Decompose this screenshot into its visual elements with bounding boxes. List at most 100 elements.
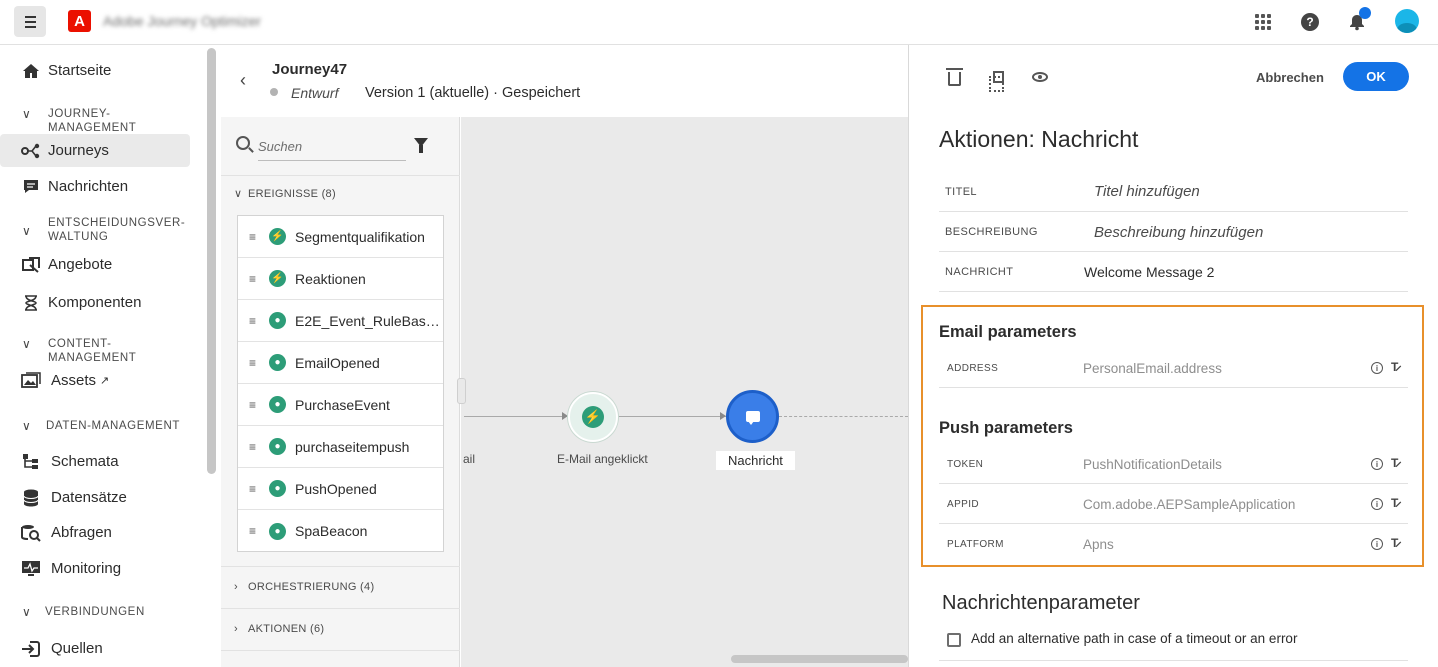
drag-handle-icon[interactable]: ≡ xyxy=(249,356,256,370)
drag-handle-icon[interactable]: ≡ xyxy=(249,482,256,496)
sidebar-item-components[interactable]: Komponenten xyxy=(0,286,190,319)
list-item[interactable]: ≡ ⚡ Reaktionen xyxy=(238,258,443,300)
property-row-message[interactable]: NACHRICHT Welcome Message 2 xyxy=(939,252,1408,292)
sidebar-item-label: Komponenten xyxy=(48,294,142,311)
help-icon[interactable]: ? xyxy=(1299,11,1321,33)
email-params-title: Email parameters xyxy=(939,323,1077,341)
drag-handle-icon[interactable]: ≡ xyxy=(249,524,256,538)
actions-section-header[interactable]: › Aktionen (6) xyxy=(234,623,324,635)
param-key: ADDRESS xyxy=(947,363,999,374)
param-value[interactable]: Apns xyxy=(1083,537,1114,552)
orchestration-section-header[interactable]: › Orchestrierung (4) xyxy=(234,581,374,593)
external-link-icon: ↗ xyxy=(100,375,110,387)
sidebar-item-label: Monitoring xyxy=(51,560,122,577)
sidebar-item-datasets[interactable]: Datensätze xyxy=(0,481,190,514)
sidebar-item-label: Assets xyxy=(51,372,97,389)
menu-icon[interactable] xyxy=(14,6,46,37)
info-icon[interactable]: i xyxy=(1371,458,1383,470)
query-icon xyxy=(20,523,42,543)
text-edit-icon[interactable]: T̷ xyxy=(1391,496,1398,510)
section-label: Ereignisse (8) xyxy=(248,188,336,200)
filter-icon[interactable] xyxy=(414,138,428,153)
sources-icon xyxy=(20,639,42,659)
info-icon[interactable]: i xyxy=(1371,498,1383,510)
info-icon[interactable]: i xyxy=(1371,538,1383,550)
param-row-platform[interactable]: PLATFORM Apns i T̷ xyxy=(939,524,1408,564)
param-key: TOKEN xyxy=(947,459,984,470)
sidebar-item-home[interactable]: Startseite xyxy=(0,54,190,87)
back-chevron-icon[interactable]: ‹ xyxy=(240,70,246,91)
list-item[interactable]: ≡ ● EmailOpened xyxy=(238,342,443,384)
schema-icon xyxy=(20,452,42,472)
property-row-description[interactable]: BESCHREIBUNG Beschreibung hinzufügen xyxy=(939,212,1408,252)
search-input[interactable] xyxy=(258,139,406,161)
event-node[interactable]: ⚡ xyxy=(568,392,618,442)
trash-icon[interactable] xyxy=(945,67,963,86)
list-item[interactable]: ≡ ● PurchaseEvent xyxy=(238,384,443,426)
sidebar-item-assets[interactable]: Assets ↗ xyxy=(0,364,190,397)
ok-button[interactable]: OK xyxy=(1343,62,1409,91)
sidebar-item-schemas[interactable]: Schemata xyxy=(0,445,190,478)
events-section-header[interactable]: ∨ Ereignisse (8) xyxy=(234,187,336,200)
sidebar-item-monitoring[interactable]: Monitoring xyxy=(0,552,190,585)
text-edit-icon[interactable]: T̷ xyxy=(1391,456,1398,470)
offers-icon xyxy=(20,255,42,275)
alt-path-label[interactable]: Add an alternative path in case of a tim… xyxy=(971,631,1297,646)
drag-handle-icon[interactable]: ≡ xyxy=(249,398,256,412)
drag-handle-icon[interactable]: ≡ xyxy=(249,230,256,244)
message-node-label: Nachricht xyxy=(716,451,795,470)
section-label: Orchestrierung (4) xyxy=(248,581,375,593)
sidebar-item-label: Schemata xyxy=(51,453,119,470)
list-item[interactable]: ≡ ● purchaseitempush xyxy=(238,426,443,468)
avatar[interactable] xyxy=(1395,9,1419,33)
sidebar-item-journeys[interactable]: Journeys xyxy=(0,134,190,167)
assets-icon xyxy=(20,371,42,391)
list-item[interactable]: ≡ ⚡ Segmentqualifikation xyxy=(238,216,443,258)
sidebar-item-label: Journeys xyxy=(48,142,109,159)
info-icon[interactable]: i xyxy=(1371,362,1383,374)
section-label: Daten-Management xyxy=(46,420,180,432)
sidebar-item-sources[interactable]: Quellen xyxy=(0,632,190,665)
param-value[interactable]: PushNotificationDetails xyxy=(1083,457,1222,472)
list-item[interactable]: ≡ ● SpaBeacon xyxy=(238,510,443,552)
param-row-address[interactable]: ADDRESS PersonalEmail.address i T̷ xyxy=(939,348,1408,388)
node-label: ail xyxy=(463,452,476,466)
hourglass-icon xyxy=(20,293,42,313)
alt-path-checkbox[interactable] xyxy=(947,633,961,647)
chevron-down-icon: ∨ xyxy=(22,224,32,238)
title-input[interactable]: Titel hinzufügen xyxy=(1094,183,1200,200)
drag-handle-icon[interactable]: ≡ xyxy=(249,272,256,286)
top-bar: A Adobe Journey Optimizer ? xyxy=(0,0,1438,45)
message-value[interactable]: Welcome Message 2 xyxy=(1084,264,1214,280)
description-input[interactable]: Beschreibung hinzufügen xyxy=(1094,224,1263,241)
list-item[interactable]: ≡ ● PushOpened xyxy=(238,468,443,510)
param-key: PLATFORM xyxy=(947,539,1004,550)
section-label: Verbindungen xyxy=(45,606,145,618)
drag-handle-icon[interactable]: ≡ xyxy=(249,314,256,328)
drag-handle-icon[interactable]: ≡ xyxy=(249,440,256,454)
globe-icon: ● xyxy=(269,312,286,329)
canvas-scrollbar[interactable] xyxy=(731,655,908,663)
panel-resize-handle[interactable] xyxy=(457,378,466,404)
cancel-button[interactable]: Abbrechen xyxy=(1248,63,1332,91)
param-row-token[interactable]: TOKEN PushNotificationDetails i T̷ xyxy=(939,444,1408,484)
event-label: Segmentqualifikation xyxy=(295,228,425,245)
sidebar-item-messages[interactable]: Nachrichten xyxy=(0,170,190,203)
apps-grid-icon[interactable] xyxy=(1252,11,1274,33)
sidebar-item-offers[interactable]: Angebote xyxy=(0,248,190,281)
param-row-appid[interactable]: APPID Com.adobe.AEPSampleApplication i T… xyxy=(939,484,1408,524)
journey-canvas[interactable] xyxy=(461,117,908,667)
sidebar-scrollbar[interactable] xyxy=(207,48,216,474)
adobe-logo[interactable]: A xyxy=(68,10,91,32)
param-value[interactable]: Com.adobe.AEPSampleApplication xyxy=(1083,497,1295,512)
param-value[interactable]: PersonalEmail.address xyxy=(1083,361,1222,376)
connector-line xyxy=(464,416,568,417)
list-item[interactable]: ≡ ● E2E_Event_RuleBased... xyxy=(238,300,443,342)
sidebar-item-queries[interactable]: Abfragen xyxy=(0,516,190,549)
preview-icon[interactable] xyxy=(1031,68,1049,86)
property-row-title[interactable]: TITEL Titel hinzufügen xyxy=(939,172,1408,212)
duplicate-icon[interactable] xyxy=(988,68,1007,92)
text-edit-icon[interactable]: T̷ xyxy=(1391,360,1398,374)
message-node[interactable] xyxy=(726,390,779,443)
text-edit-icon[interactable]: T̷ xyxy=(1391,536,1398,550)
